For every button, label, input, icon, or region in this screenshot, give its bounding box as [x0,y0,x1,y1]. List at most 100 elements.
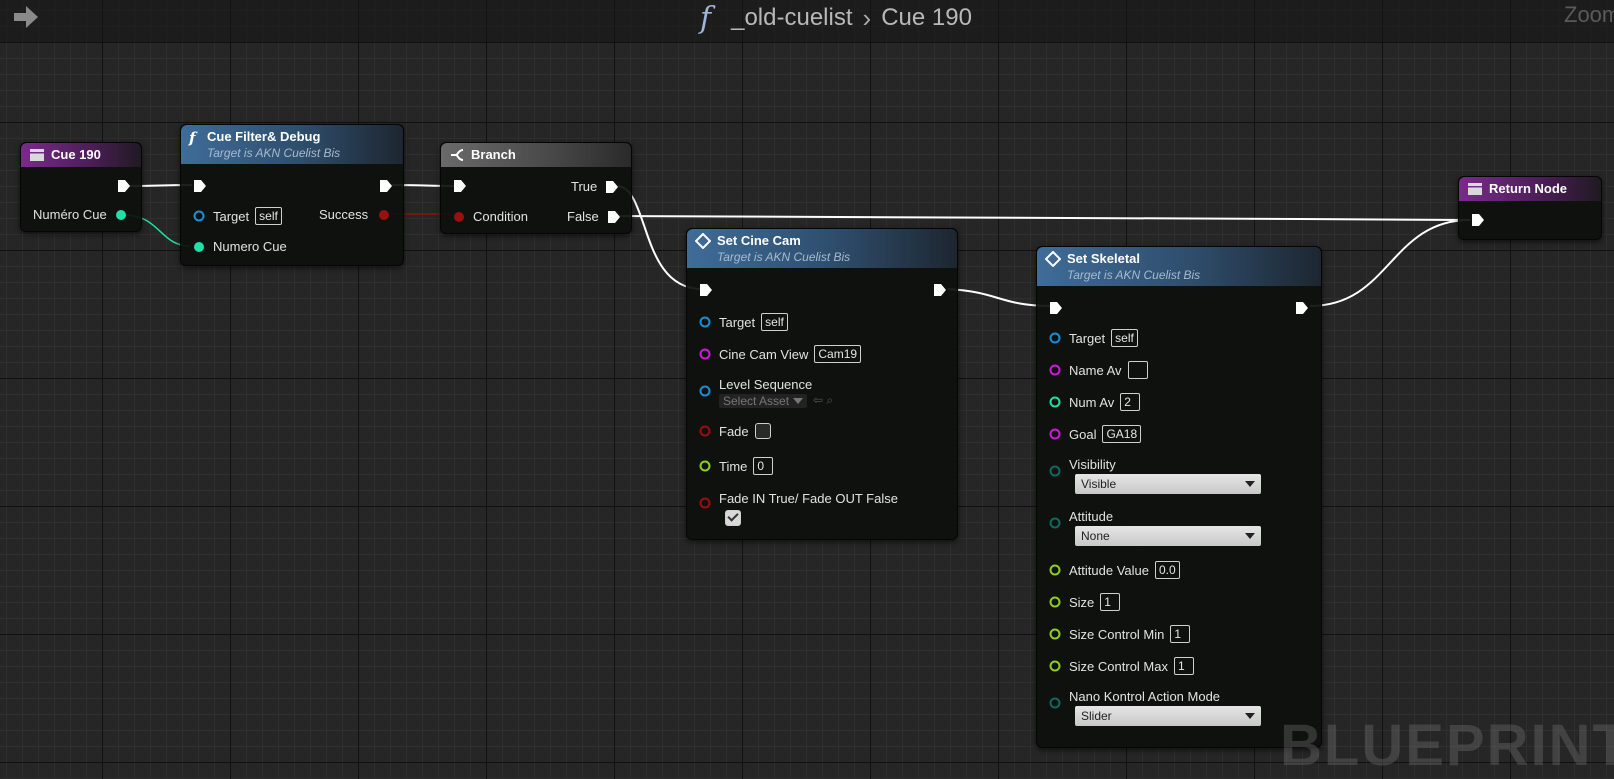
target-value[interactable]: self [255,207,282,225]
target-value[interactable]: self [761,313,788,331]
target-value[interactable]: self [1111,329,1138,347]
diamond-icon [1045,251,1061,267]
data-pin-icon[interactable] [1049,564,1061,576]
data-pin-icon[interactable] [193,241,205,253]
pin-label: Numéro Cue [33,207,107,222]
pin-label: Nano Kontrol Action Mode [1069,689,1221,704]
dropdown-value: None [1081,529,1110,543]
event-node-cue190[interactable]: Cue 190 Numéro Cue [20,142,142,232]
data-pin-icon[interactable] [699,460,711,472]
data-pin-icon[interactable] [699,425,711,437]
exec-pin-icon[interactable] [453,179,467,193]
input-pin-size: Size 1 [1049,593,1121,611]
pin-label: False [567,209,599,224]
asset-picker-value: Select Asset [723,393,790,408]
pin-label: Fade IN True/ Fade OUT False [719,491,898,506]
data-pin-icon[interactable] [378,209,390,221]
visibility-dropdown[interactable]: Visible [1075,474,1261,494]
pin-label: Time [719,458,748,474]
chevron-down-icon [1245,713,1255,719]
exec-pin-icon[interactable] [1471,213,1485,227]
size-value[interactable]: 1 [1100,593,1121,611]
function-node-cue-filter[interactable]: f Cue Filter& Debug Target is AKN Cuelis… [180,124,404,266]
pin-label: Name Av [1069,362,1122,378]
output-pin-false: False [567,209,621,224]
data-pin-icon[interactable] [453,211,465,223]
data-pin-icon[interactable] [1049,628,1061,640]
data-pin-icon[interactable] [1049,428,1061,440]
data-pin-icon[interactable] [699,385,711,397]
node-subtitle: Target is AKN Cuelist Bis [207,146,341,160]
return-node-icon [1468,183,1482,195]
input-pin-target: Target self [193,207,282,225]
cine-cam-value[interactable]: Cam19 [814,345,862,363]
fade-in-checkbox[interactable] [725,510,741,526]
exec-pin-icon[interactable] [1295,301,1309,315]
data-pin-icon[interactable] [1049,332,1061,344]
function-node-set-cine-cam[interactable]: Set Cine Cam Target is AKN Cuelist Bis T… [686,228,958,540]
chevron-down-icon [1245,481,1255,487]
return-node[interactable]: Return Node [1458,176,1602,240]
input-pin-attitude: Attitude None [1049,509,1261,546]
dropdown-value: Visible [1081,477,1117,491]
attitude-value-field[interactable]: 0.0 [1154,561,1180,579]
size-min-value[interactable]: 1 [1170,625,1191,643]
exec-pin-icon[interactable] [699,283,713,297]
input-pin-goal: Goal GA18 [1049,425,1142,443]
exec-pin-icon[interactable] [379,179,393,193]
browse-asset-icon[interactable]: ⇦ ⌕ [813,393,833,408]
pin-label: Numero Cue [213,239,287,254]
exec-pin-icon[interactable] [933,283,947,297]
exec-pin-icon[interactable] [117,179,131,193]
time-value[interactable]: 0 [753,457,774,475]
node-header: f Cue Filter& Debug Target is AKN Cuelis… [181,125,403,164]
node-header: Set Cine Cam Target is AKN Cuelist Bis [687,229,957,268]
pin-label: Level Sequence [719,377,813,392]
data-pin-icon[interactable] [1049,396,1061,408]
input-pin-size-min: Size Control Min 1 [1049,625,1191,643]
branch-node[interactable]: Branch True Condition False [440,142,632,234]
node-title: Cue 190 [51,147,101,162]
exec-pin-icon[interactable] [193,179,207,193]
pin-label: Cine Cam View [719,346,809,362]
fade-checkbox[interactable] [754,423,771,439]
input-pin-time: Time 0 [699,457,774,475]
data-pin-icon[interactable] [1049,697,1061,709]
goal-value[interactable]: GA18 [1102,425,1142,443]
node-title: Set Skeletal [1067,251,1140,266]
input-pin-cine-cam-view: Cine Cam View Cam19 [699,345,862,363]
output-pin-success: Success [319,207,390,222]
data-pin-icon[interactable] [1049,596,1061,608]
input-pin-level-sequence: Level Sequence Select Asset ⇦ ⌕ [699,377,833,408]
node-title: Branch [471,147,516,162]
data-pin-icon[interactable] [115,209,127,221]
node-header: Return Node [1459,177,1601,201]
exec-pin-icon[interactable] [1049,301,1063,315]
output-pin-numero-cue: Numéro Cue [33,207,127,222]
num-av-value[interactable]: 2 [1120,393,1141,411]
data-pin-icon[interactable] [193,210,205,222]
asset-picker[interactable]: Select Asset [719,393,808,408]
data-pin-icon[interactable] [1049,465,1061,477]
event-node-icon [30,149,44,161]
blueprint-watermark: BLUEPRINT [1280,713,1614,778]
node-header: Set Skeletal Target is AKN Cuelist Bis [1037,247,1321,286]
exec-pin-icon[interactable] [605,180,619,194]
exec-pin-icon[interactable] [607,210,621,224]
nano-kontrol-dropdown[interactable]: Slider [1075,706,1261,726]
attitude-dropdown[interactable]: None [1075,526,1261,546]
data-pin-icon[interactable] [699,316,711,328]
input-pin-num-av: Num Av 2 [1049,393,1141,411]
data-pin-icon[interactable] [1049,364,1061,376]
data-pin-icon[interactable] [699,348,711,360]
node-title: Return Node [1489,181,1567,196]
diamond-icon [695,233,711,249]
size-max-value[interactable]: 1 [1173,657,1194,675]
data-pin-icon[interactable] [699,497,711,509]
node-title: Set Cine Cam [717,233,801,248]
data-pin-icon[interactable] [1049,517,1061,529]
function-node-set-skeletal[interactable]: Set Skeletal Target is AKN Cuelist Bis T… [1036,246,1322,748]
pin-label: Goal [1069,426,1097,442]
data-pin-icon[interactable] [1049,660,1061,672]
name-av-value[interactable] [1127,361,1148,379]
